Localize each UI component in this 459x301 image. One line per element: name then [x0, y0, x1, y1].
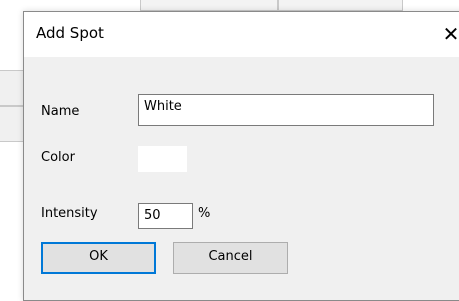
background-row — [0, 70, 24, 106]
intensity-unit-label: % — [198, 206, 211, 221]
intensity-field[interactable]: 50 — [138, 203, 193, 229]
add-spot-dialog: Add Spot ✕ Name White Color Intensity 50… — [23, 11, 459, 301]
color-swatch[interactable] — [137, 145, 188, 173]
name-field[interactable]: White — [138, 94, 434, 126]
cancel-button[interactable]: Cancel — [173, 242, 288, 274]
dialog-title: Add Spot — [36, 24, 104, 42]
ok-button[interactable]: OK — [41, 242, 156, 274]
background-row — [0, 106, 24, 142]
title-bar: Add Spot ✕ — [24, 12, 459, 57]
background-tab — [278, 0, 403, 11]
intensity-label: Intensity — [41, 206, 98, 221]
name-label: Name — [41, 104, 80, 119]
color-label: Color — [41, 150, 75, 165]
close-icon[interactable]: ✕ — [436, 19, 459, 49]
background-tab — [140, 0, 278, 11]
